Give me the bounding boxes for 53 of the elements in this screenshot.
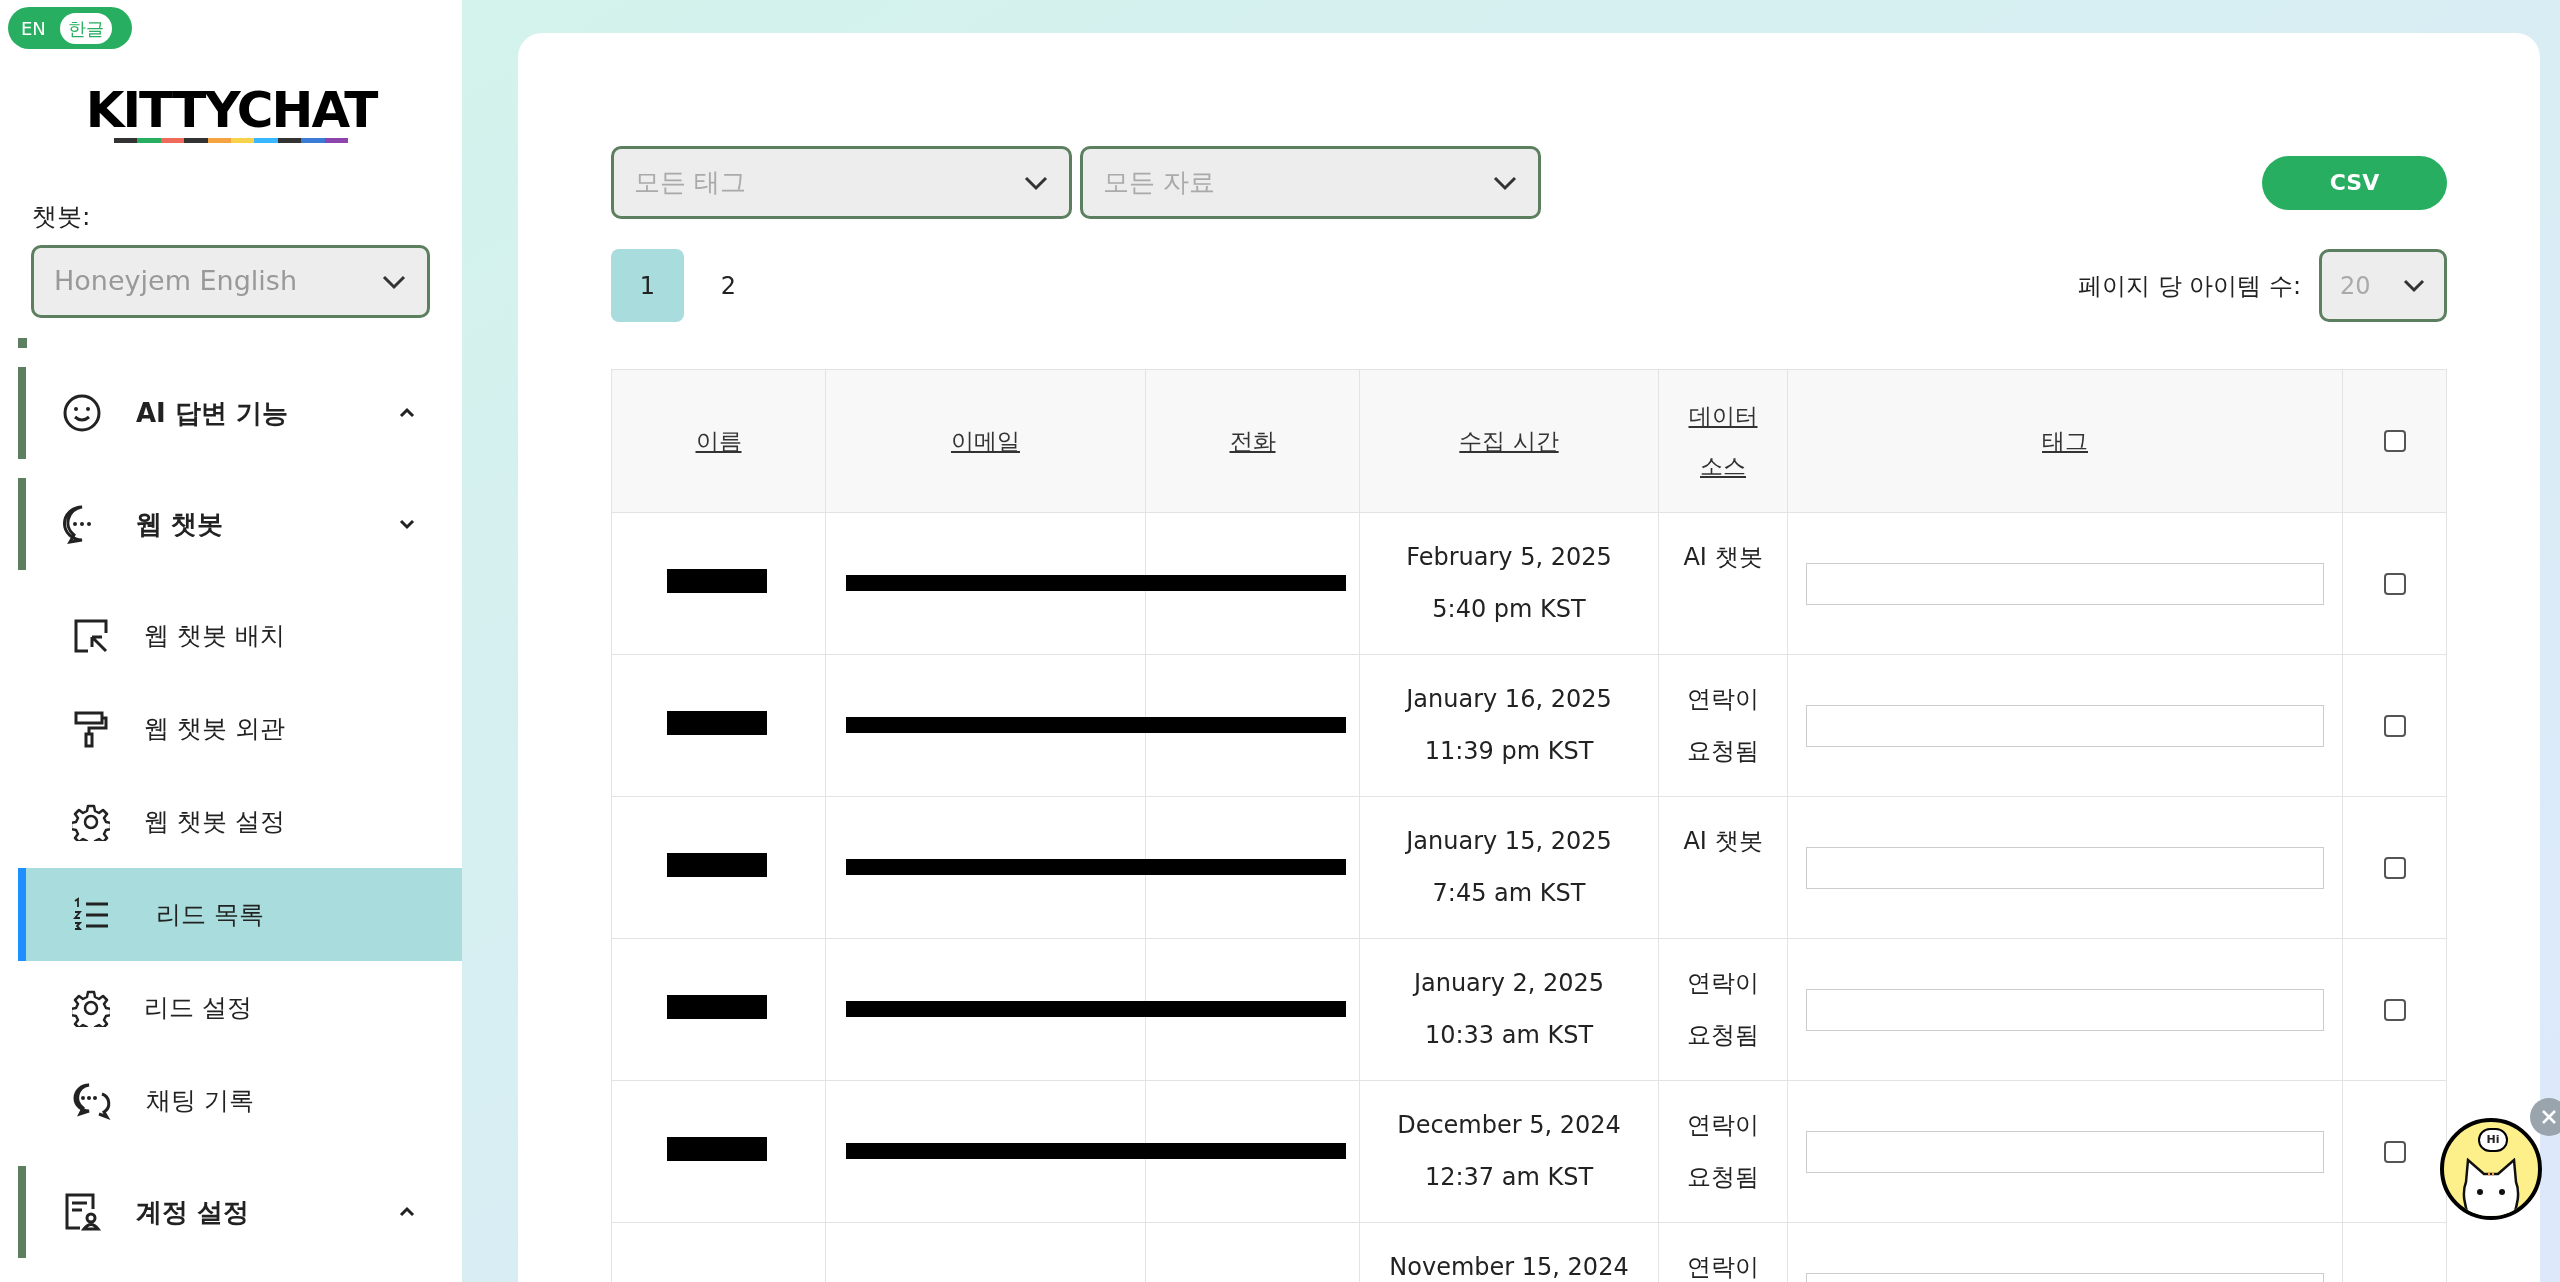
settings-icon: [72, 988, 110, 1027]
column-header[interactable]: 수집 시간: [1459, 416, 1559, 466]
page-button[interactable]: 2: [692, 249, 765, 322]
column-header[interactable]: 데이터 소스: [1688, 391, 1758, 491]
collected-time: November 15, 2024: [1389, 1252, 1629, 1282]
speech-bubble: Hi: [2478, 1128, 2508, 1152]
column-header[interactable]: 이름: [695, 416, 742, 466]
data-source: AI 챗봇: [1683, 826, 1763, 857]
checkbox[interactable]: [2384, 572, 2406, 595]
menu-item[interactable]: 웹 챗봇 배치: [18, 589, 462, 682]
chevron-down-icon: [1492, 174, 1518, 191]
menu-item[interactable]: 리드 목록: [18, 868, 462, 961]
collected-time: January 16, 2025 11:39 pm KST: [1406, 684, 1612, 767]
tag-input[interactable]: [1806, 1130, 2324, 1173]
checkbox[interactable]: [2384, 856, 2406, 879]
chevron-up-icon: [398, 1206, 416, 1218]
data-source: 연락이 요청됨: [1687, 684, 1759, 767]
smiley-icon: [62, 393, 102, 433]
chevron-down-icon: [398, 518, 416, 530]
column-header[interactable]: 태그: [2042, 416, 2088, 466]
data-source: 연락이: [1687, 1252, 1759, 1282]
chevron-down-icon: [2402, 277, 2426, 294]
chevron-up-icon: [398, 407, 416, 419]
collected-time: December 5, 2024 12:37 am KST: [1397, 1110, 1621, 1193]
menu-item[interactable]: 웹 챗봇 외관: [18, 682, 462, 775]
menu-item[interactable]: 채팅 기록: [18, 1054, 462, 1147]
tag-input[interactable]: [1806, 846, 2324, 889]
page-button[interactable]: 1: [611, 249, 684, 322]
tag-input[interactable]: [1806, 988, 2324, 1031]
tag-input[interactable]: [1806, 704, 2324, 747]
chevron-down-icon: [381, 273, 407, 290]
checkbox[interactable]: [2384, 430, 2406, 452]
menu-item[interactable]: 웹 챗봇 설정: [18, 775, 462, 868]
paint-roller-icon: [72, 709, 110, 748]
chatbot-label: 챗봇:: [32, 201, 91, 233]
data-source: 연락이 요청됨: [1687, 1110, 1759, 1193]
column-header[interactable]: 이메일: [951, 416, 1020, 466]
chevron-down-icon: [1023, 174, 1049, 191]
checkbox[interactable]: [2384, 714, 2406, 737]
tag-input[interactable]: [1806, 562, 2324, 605]
menu-item[interactable]: 리드 설정: [18, 961, 462, 1054]
column-header[interactable]: 전화: [1229, 416, 1276, 466]
settings-icon: [72, 802, 110, 841]
data-source: AI 챗봇: [1683, 542, 1763, 573]
items-per-page-label: 페이지 당 아이템 수:: [2078, 270, 2301, 302]
checkbox[interactable]: [2384, 1140, 2406, 1163]
collected-time: January 15, 2025 7:45 am KST: [1406, 826, 1612, 909]
data-source: 연락이 요청됨: [1687, 968, 1759, 1051]
checkbox[interactable]: [2384, 998, 2406, 1021]
indicator-mark: [18, 338, 27, 348]
collected-time: February 5, 2025 5:40 pm KST: [1406, 542, 1612, 625]
logo: KITTYCHAT: [85, 82, 377, 138]
collected-time: January 2, 2025 10:33 am KST: [1413, 968, 1605, 1051]
